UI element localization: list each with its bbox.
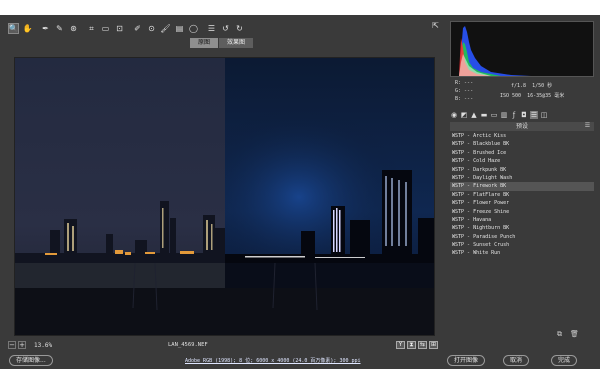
tab-presets-icon[interactable]: ☰ [530, 111, 538, 119]
view-mode-buttons: Y ⧗ ⇆ ⊞ [396, 341, 438, 349]
tab-detail-icon[interactable]: ▲ [470, 111, 478, 119]
histogram [450, 21, 594, 77]
new-preset-icon[interactable]: ⧉ [557, 330, 562, 339]
preset-item[interactable]: WSTP - FlatFlare BK [450, 191, 594, 199]
preset-item[interactable]: WSTP - Freeze Shine [450, 208, 594, 216]
camera-readout: R: --- G: --- B: --- f/1.8 1/50 秒 ISO 50… [455, 80, 595, 110]
red-eye-icon[interactable]: ⊙ [146, 23, 157, 34]
hand-icon[interactable]: ✋ [22, 23, 33, 34]
before-after-toggle-icon[interactable]: Y [396, 341, 405, 349]
white-balance-icon[interactable]: ✒ [40, 23, 51, 34]
spot-removal-icon[interactable]: ✐ [132, 23, 143, 34]
tab-result[interactable]: 效果图 [219, 38, 254, 48]
b-readout: B: --- [455, 96, 474, 102]
preset-item[interactable]: WSTP - Blackblue BK [450, 140, 594, 148]
panel-tabs: ◉ ◩ ▲ ▬ ▭ ▥ ƒ ◘ ☰ ◫ [450, 110, 594, 120]
panel-footer: ⧉ 🗑 [557, 330, 579, 339]
tab-lens-icon[interactable]: ▥ [500, 111, 508, 119]
tab-split-toning-icon[interactable]: ▭ [490, 111, 498, 119]
graduated-filter-icon[interactable]: ▤ [174, 23, 185, 34]
preview-bottom-bar: − + 13.6% LAN_4569.NEF Y ⧗ ⇆ ⊞ [8, 340, 440, 350]
presets-panel-header: 预设 ☰ [450, 122, 594, 131]
preset-item[interactable]: WSTP - Daylight Wash [450, 174, 594, 182]
panel-title: 预设 [515, 123, 528, 130]
footer: 存储图像... Adobe RGB (1998); 8 位; 6000 x 40… [0, 355, 600, 369]
done-button[interactable]: 完成 [551, 355, 578, 366]
camera-raw-window: 🔍✋✒✎⊛⌗▭⊡✐⊙🖌▤◯☰↺↻ ⇱ 原图 效果图 [0, 15, 600, 369]
file-name: LAN_4569.NEF [168, 342, 208, 348]
image-preview[interactable] [14, 57, 435, 336]
preset-item[interactable]: WSTP - Sunset Crush [450, 241, 594, 249]
tab-snapshots-icon[interactable]: ◫ [540, 111, 548, 119]
tab-hsl-icon[interactable]: ▬ [480, 111, 488, 119]
toolbar: 🔍 ✋ ✒ ✎ ⊛ ⌗ ▭ ⊡ ✐ ⊙ 🖌 ▤ ◯ ☰ ↺ ↻ [8, 21, 438, 35]
targeted-adjust-icon[interactable]: ⊛ [68, 23, 79, 34]
panel-menu-icon[interactable]: ☰ [584, 123, 591, 129]
preset-item[interactable]: WSTP - Darkpunk BK [450, 166, 594, 174]
tab-camera-calibration-icon[interactable]: ◘ [520, 111, 528, 119]
zoom-in-button[interactable]: + [18, 341, 26, 349]
straighten-icon[interactable]: ▭ [100, 23, 111, 34]
preset-item[interactable]: WSTP - Brushed Ice [450, 149, 594, 157]
preset-item[interactable]: WSTP - Cold Haze [450, 157, 594, 165]
toggle-view-icon[interactable]: ⊞ [429, 341, 438, 349]
before-after-split-icon[interactable]: ⧗ [407, 341, 416, 349]
adjustment-brush-icon[interactable]: 🖌 [160, 23, 171, 34]
preferences-icon[interactable]: ☰ [206, 23, 217, 34]
tab-fx-icon[interactable]: ƒ [510, 111, 518, 119]
r-readout: R: --- [455, 80, 474, 86]
open-image-button[interactable]: 打开图像 [447, 355, 486, 366]
tab-tone-curve-icon[interactable]: ◩ [460, 111, 468, 119]
histogram-graph [459, 26, 531, 76]
rotate-right-icon[interactable]: ↻ [234, 23, 245, 34]
iso-focal: ISO 500 16-35@35 毫米 [500, 93, 565, 99]
preset-item[interactable]: WSTP - Paradise Punch [450, 233, 594, 241]
rotate-left-icon[interactable]: ↺ [220, 23, 231, 34]
tab-original[interactable]: 原图 [190, 38, 219, 48]
right-panel: R: --- G: --- B: --- f/1.8 1/50 秒 ISO 50… [447, 18, 597, 353]
crop-icon[interactable]: ⌗ [86, 23, 97, 34]
zoom-icon[interactable]: 🔍 [8, 22, 19, 34]
preset-item[interactable]: WSTP - Nightburn BK [450, 224, 594, 232]
cancel-button[interactable]: 取消 [503, 355, 530, 366]
view-tabs: 原图 效果图 [190, 38, 254, 48]
preset-list: WSTP - Arctic Kiss WSTP - Blackblue BK WST… [450, 132, 594, 322]
workflow-options-link[interactable]: Adobe RGB (1998); 8 位; 6000 x 4000 (24.0… [185, 357, 361, 364]
preset-item[interactable]: WSTP - White Run [450, 249, 594, 257]
tab-basic-icon[interactable]: ◉ [450, 111, 458, 119]
color-sampler-icon[interactable]: ✎ [54, 23, 65, 34]
g-readout: G: --- [455, 88, 474, 94]
aperture-shutter: f/1.8 1/50 秒 [511, 83, 553, 89]
delete-preset-icon[interactable]: 🗑 [570, 330, 579, 339]
preset-item[interactable]: WSTP - Havana [450, 216, 594, 224]
open-preferences-icon[interactable]: ⇱ [430, 21, 441, 32]
zoom-level[interactable]: 13.6% [34, 342, 52, 349]
swap-settings-icon[interactable]: ⇆ [418, 341, 427, 349]
transform-icon[interactable]: ⊡ [114, 23, 125, 34]
preset-item[interactable]: WSTP - Firework BK [450, 182, 594, 191]
zoom-out-button[interactable]: − [8, 341, 16, 349]
preset-item[interactable]: WSTP - Flower Power [450, 199, 594, 207]
night-cityscape-photo [15, 58, 434, 335]
save-image-button[interactable]: 存储图像... [9, 355, 53, 366]
preset-item[interactable]: WSTP - Arctic Kiss [450, 132, 594, 140]
radial-filter-icon[interactable]: ◯ [188, 23, 199, 34]
